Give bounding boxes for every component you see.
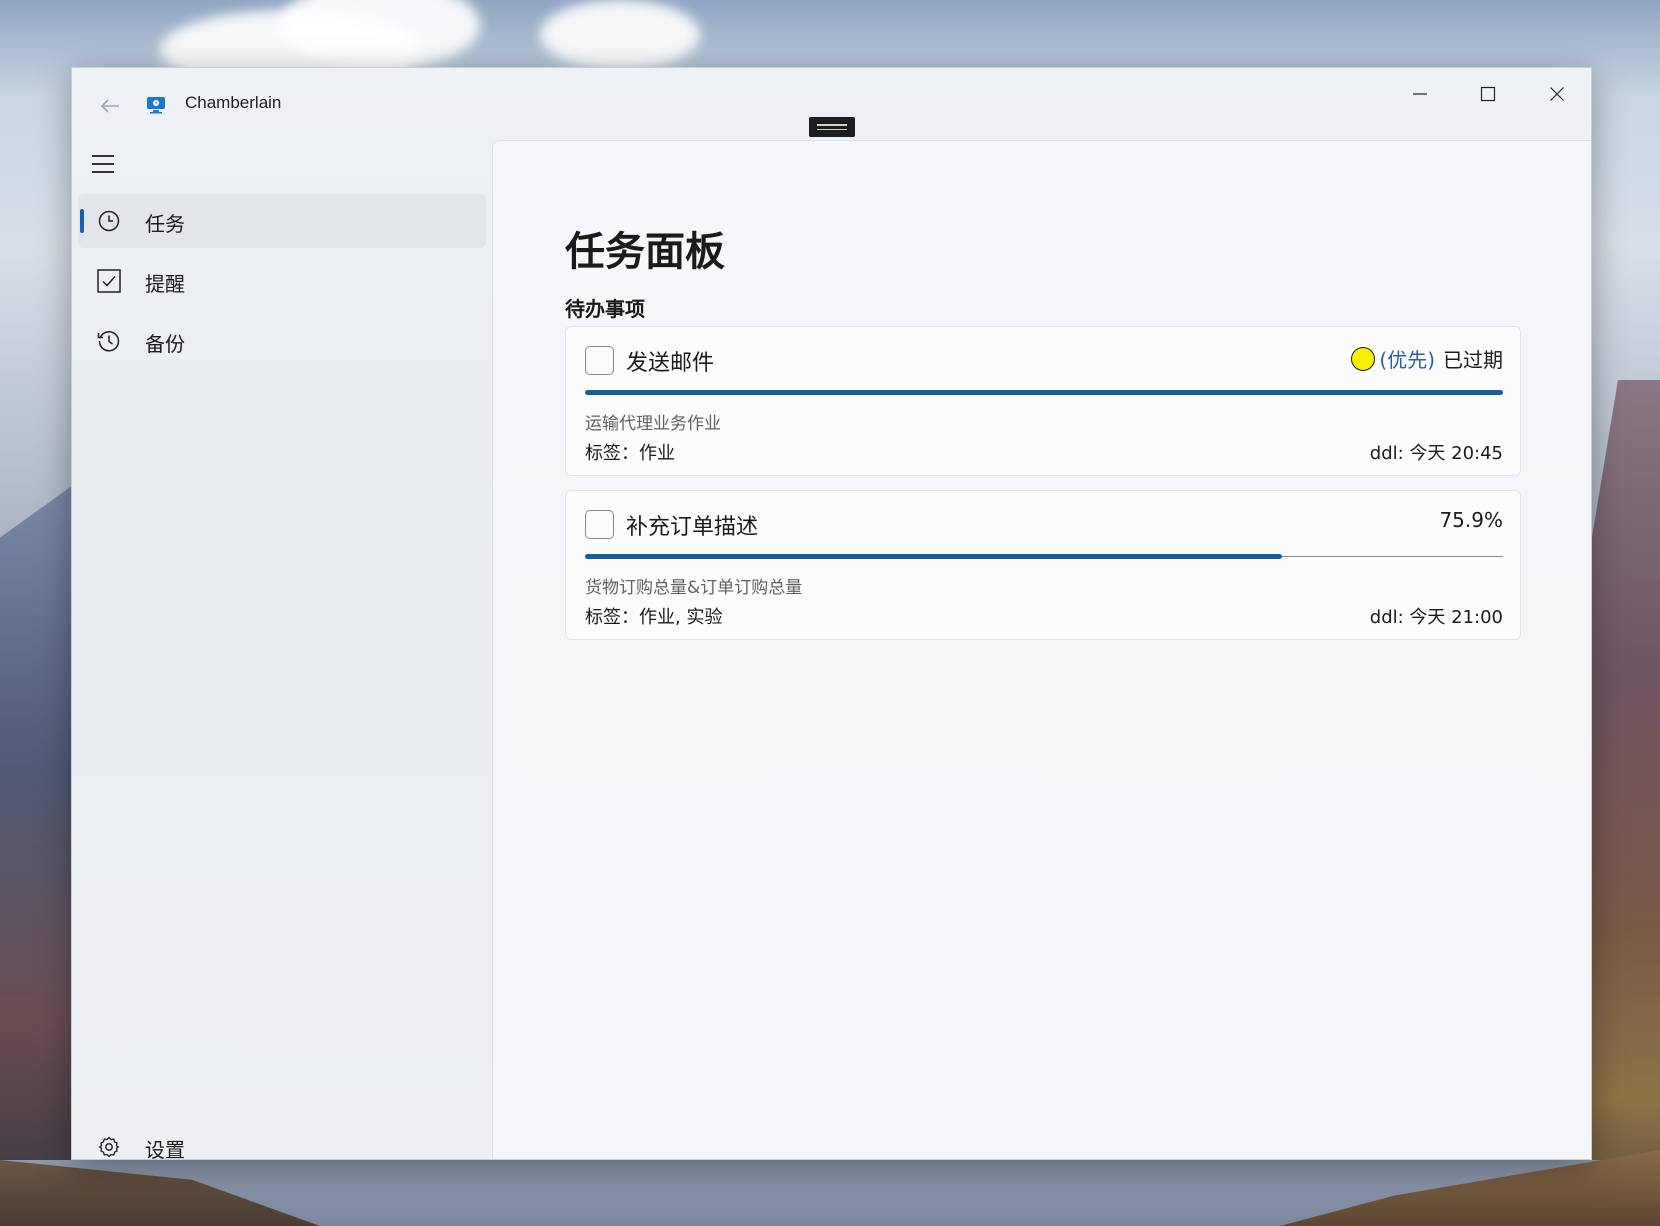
task-description: 货物订购总量&订单订购总量 bbox=[585, 578, 803, 598]
sidebar-item-label: 提醒 bbox=[145, 272, 185, 296]
task-progress-fill bbox=[585, 390, 1503, 395]
task-progress-bar bbox=[585, 390, 1503, 395]
task-status: 75.9% bbox=[1439, 508, 1503, 532]
title-bar[interactable]: Chamberlain bbox=[72, 68, 1591, 140]
hamburger-icon bbox=[92, 155, 114, 157]
drag-handle[interactable] bbox=[809, 117, 855, 137]
sidebar-item-label: 备份 bbox=[145, 332, 185, 356]
close-icon bbox=[1550, 87, 1564, 101]
status-label: 已过期 bbox=[1443, 348, 1503, 372]
task-checkbox[interactable] bbox=[585, 510, 614, 539]
sidebar-item-label: 设置 bbox=[145, 1138, 185, 1160]
priority-dot-icon bbox=[1351, 346, 1376, 371]
task-description: 运输代理业务作业 bbox=[585, 414, 721, 434]
sidebar-item-settings[interactable]: 设置 bbox=[78, 1120, 486, 1160]
task-tags: 标签：作业, 实验 bbox=[585, 607, 723, 628]
gear-icon bbox=[96, 1134, 122, 1159]
sidebar: 任务 提醒 备份 设置 bbox=[72, 140, 492, 1159]
sidebar-item-reminders[interactable]: 提醒 bbox=[78, 254, 486, 308]
task-tags: 标签：作业 bbox=[585, 443, 675, 464]
minimize-icon bbox=[1413, 93, 1427, 95]
task-name: 发送邮件 bbox=[626, 351, 715, 376]
mountain-left-decoration bbox=[0, 480, 80, 1200]
task-deadline: ddl: 今天 21:00 bbox=[1369, 607, 1503, 628]
priority-label: (优先) bbox=[1379, 348, 1435, 372]
task-card[interactable]: 补充订单描述 75.9% 货物订购总量&订单订购总量 标签：作业, 实验 ddl… bbox=[565, 490, 1521, 640]
page-title: 任务面板 bbox=[565, 229, 725, 275]
app-logo-icon bbox=[147, 97, 165, 114]
minimize-button[interactable] bbox=[1386, 68, 1454, 120]
main-content: 任务面板 待办事项 发送邮件 (优先) 已过期 运输代理业务作业 标签：作业 d… bbox=[492, 140, 1591, 1159]
maximize-icon bbox=[1480, 86, 1496, 102]
app-window: Chamberlain 任务 提醒 备份 设置 任务面板 待办事项 发送邮件 (… bbox=[71, 67, 1592, 1160]
task-status: (优先) 已过期 bbox=[1351, 344, 1503, 373]
app-title: Chamberlain bbox=[185, 93, 282, 112]
cloud-decoration bbox=[540, 0, 700, 70]
task-progress-fill bbox=[585, 554, 1282, 559]
mountain-right-decoration bbox=[1590, 380, 1660, 1226]
maximize-button[interactable] bbox=[1454, 68, 1522, 120]
task-name: 补充订单描述 bbox=[626, 515, 759, 540]
progress-percent: 75.9% bbox=[1439, 508, 1503, 532]
menu-toggle-button[interactable] bbox=[92, 150, 124, 178]
task-card[interactable]: 发送邮件 (优先) 已过期 运输代理业务作业 标签：作业 ddl: 今天 20:… bbox=[565, 326, 1521, 476]
clock-icon bbox=[96, 208, 122, 234]
task-checkbox[interactable] bbox=[585, 346, 614, 375]
arrow-left-icon bbox=[100, 99, 119, 113]
task-progress-bar bbox=[585, 554, 1503, 559]
history-icon bbox=[96, 328, 122, 354]
section-title: 待办事项 bbox=[565, 297, 645, 321]
close-button[interactable] bbox=[1523, 68, 1591, 120]
sidebar-item-backup[interactable]: 备份 bbox=[78, 314, 486, 368]
back-button[interactable] bbox=[90, 88, 130, 124]
task-deadline: ddl: 今天 20:45 bbox=[1369, 443, 1503, 464]
active-indicator bbox=[80, 209, 84, 233]
sidebar-item-tasks[interactable]: 任务 bbox=[78, 194, 486, 248]
sidebar-item-label: 任务 bbox=[145, 212, 185, 236]
checkbox-icon bbox=[96, 268, 122, 294]
